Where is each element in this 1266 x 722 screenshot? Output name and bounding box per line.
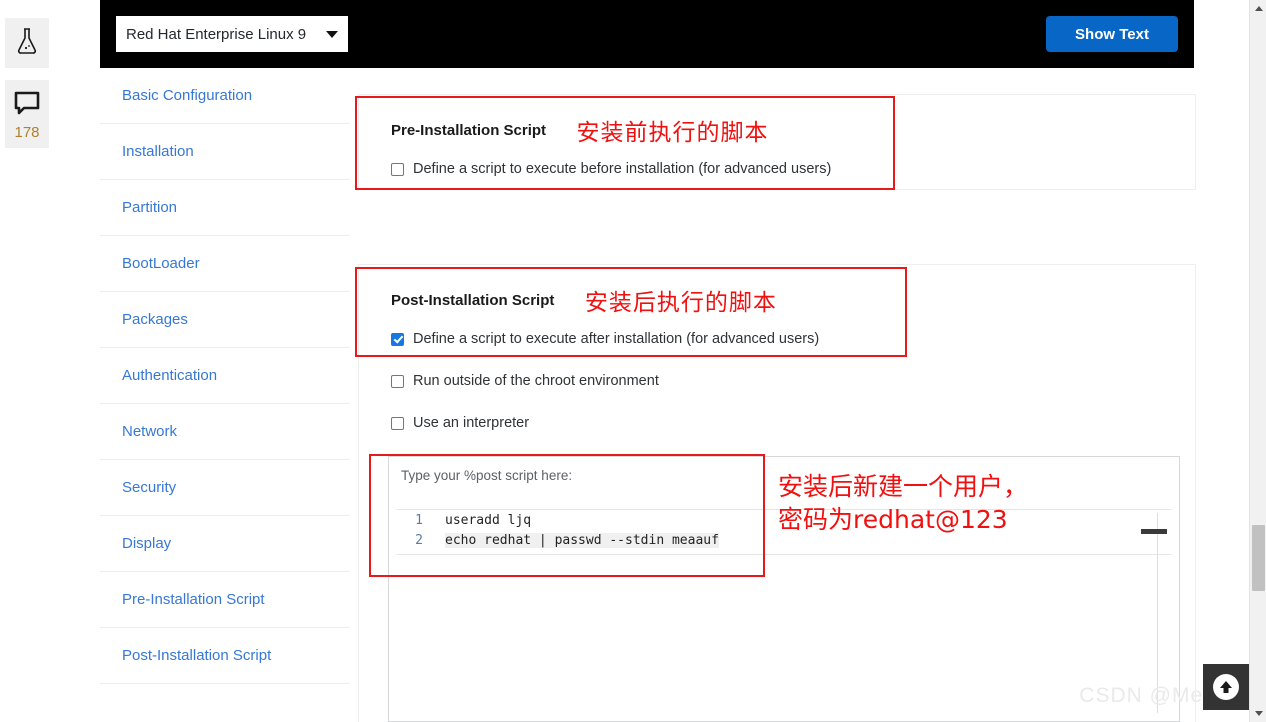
scroll-to-top-button[interactable] [1203, 664, 1249, 710]
comment-count: 178 [14, 123, 40, 141]
post-define-script-label: Define a script to execute after install… [413, 331, 820, 347]
pre-installation-annotation: 安装前执行的脚本 [576, 120, 769, 146]
pre-define-script-checkbox[interactable] [391, 162, 404, 176]
sidebar-item-display[interactable]: Display [100, 516, 350, 572]
pre-installation-script-card: Pre-Installation Script 安装前执行的脚本 Define … [358, 94, 1196, 190]
sidebar-item-label: Authentication [122, 367, 218, 384]
page-scrollbar[interactable] [1249, 0, 1266, 722]
run-outside-chroot-label: Run outside of the chroot environment [413, 373, 659, 389]
comment-icon [13, 90, 41, 121]
left-icon-rail: 178 [0, 0, 54, 722]
line-number: 2 [415, 532, 423, 548]
code-annotation: 安装后新建一个用户， 密码为redhat@123 [778, 472, 1029, 534]
sidebar-item-label: BootLoader [122, 255, 200, 272]
sidebar-item-security[interactable]: Security [100, 460, 350, 516]
use-interpreter-row[interactable]: Use an interpreter [391, 415, 1195, 431]
flask-button[interactable] [5, 18, 49, 68]
sidebar-item-pre-installation-script[interactable]: Pre-Installation Script [100, 572, 350, 628]
sidebar-item-label: Security [122, 479, 177, 496]
sidebar-item-bootloader[interactable]: BootLoader [100, 236, 350, 292]
sidebar-item-label: Basic Configuration [122, 87, 253, 104]
sidebar-nav: Basic Configuration Installation Partiti… [100, 68, 350, 684]
arrow-up-icon [1213, 674, 1239, 700]
run-outside-chroot-checkbox[interactable] [391, 374, 404, 388]
post-define-script-row[interactable]: Define a script to execute after install… [391, 331, 1195, 347]
show-text-button[interactable]: Show Text [1046, 16, 1178, 52]
sidebar-item-partition[interactable]: Partition [100, 180, 350, 236]
run-outside-chroot-row[interactable]: Run outside of the chroot environment [391, 373, 1195, 389]
page-root: 178 Red Hat Enterprise Linux 9 Show Text… [0, 0, 1266, 722]
editor-scroll-indicator[interactable] [1141, 529, 1167, 534]
app-toolbar: Red Hat Enterprise Linux 9 Show Text [100, 0, 1194, 68]
sidebar-item-post-installation-script[interactable]: Post-Installation Script [100, 628, 350, 684]
os-version-value: Red Hat Enterprise Linux 9 [126, 25, 307, 43]
sidebar-item-network[interactable]: Network [100, 404, 350, 460]
pre-installation-script-title: Pre-Installation Script [391, 121, 547, 139]
post-installation-annotation: 安装后执行的脚本 [584, 290, 777, 316]
pre-define-script-label: Define a script to execute before instal… [413, 161, 832, 177]
flask-icon [15, 27, 39, 60]
use-interpreter-label: Use an interpreter [413, 415, 530, 431]
sidebar-item-installation[interactable]: Installation [100, 124, 350, 180]
sidebar-item-authentication[interactable]: Authentication [100, 348, 350, 404]
pre-define-script-row[interactable]: Define a script to execute before instal… [391, 161, 1195, 177]
comment-button[interactable]: 178 [5, 80, 49, 148]
sidebar-item-label: Installation [122, 143, 194, 160]
sidebar-item-label: Pre-Installation Script [122, 591, 265, 608]
scrollbar-thumb[interactable] [1252, 525, 1265, 591]
sidebar-item-basic-configuration[interactable]: Basic Configuration [100, 68, 350, 124]
line-number: 1 [415, 512, 423, 528]
use-interpreter-checkbox[interactable] [391, 416, 404, 430]
line-text: useradd ljq [445, 512, 532, 528]
scroll-down-button[interactable] [1250, 705, 1266, 722]
post-installation-script-title: Post-Installation Script [391, 291, 555, 309]
sidebar-item-label: Packages [122, 311, 188, 328]
os-version-select[interactable]: Red Hat Enterprise Linux 9 [116, 16, 348, 52]
line-text: echo redhat | passwd --stdin meaauf [445, 532, 719, 548]
sidebar-item-label: Post-Installation Script [122, 647, 272, 664]
post-define-script-checkbox[interactable] [391, 332, 404, 346]
sidebar-item-label: Partition [122, 199, 178, 216]
sidebar-item-label: Network [122, 423, 178, 440]
sidebar-item-label: Display [122, 535, 172, 552]
triangle-up-icon [1254, 6, 1263, 11]
triangle-down-icon [1254, 711, 1263, 716]
chevron-down-icon [326, 30, 338, 38]
sidebar-item-packages[interactable]: Packages [100, 292, 350, 348]
scroll-up-button[interactable] [1250, 0, 1266, 17]
editor-divider [1157, 513, 1158, 713]
